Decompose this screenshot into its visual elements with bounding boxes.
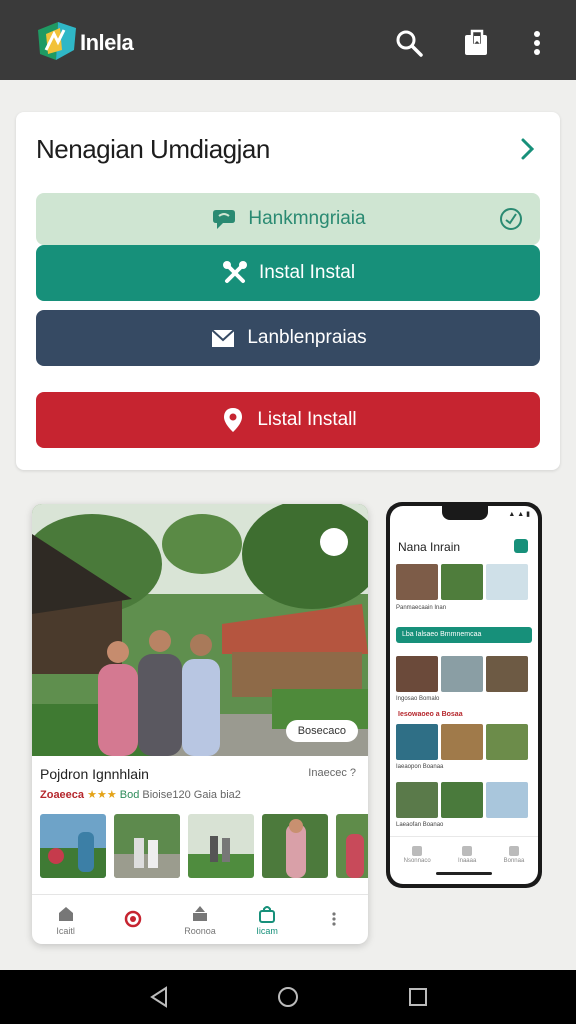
chevron-right-icon[interactable] <box>516 134 540 164</box>
place-meta: Inaecec ? <box>308 767 356 779</box>
tablet-nav-home[interactable]: Icaitl <box>36 904 96 936</box>
tablet-nav-bag[interactable]: Iicam <box>237 904 297 936</box>
tools-icon <box>222 261 247 283</box>
chat-bubble-icon <box>213 210 236 229</box>
phone-grid-row-4 <box>396 782 528 818</box>
phone-tile[interactable] <box>486 782 528 818</box>
hero-photo <box>32 504 368 756</box>
rating-prefix: Zoaeeca <box>40 789 85 801</box>
phone-tile[interactable] <box>486 656 528 692</box>
phone-tile[interactable] <box>441 782 483 818</box>
phone-caption: Panmaecaain Inan <box>396 605 447 611</box>
phone-app-title: Nana Inrain <box>398 540 461 554</box>
phone-nav-item[interactable]: Inaaaa <box>458 845 476 864</box>
install-alt-button[interactable]: Listal Install <box>36 392 540 448</box>
check-circle-icon <box>500 208 522 230</box>
home-button-icon[interactable] <box>276 985 300 1009</box>
envelope-icon <box>211 329 235 347</box>
hero-chip[interactable]: Bosecaco <box>285 720 358 742</box>
thumbnail[interactable] <box>262 814 328 878</box>
place-title: Pojdron Ignnhlain <box>40 766 149 782</box>
phone-tile[interactable] <box>396 782 438 818</box>
home-icon <box>58 906 73 921</box>
phone-caption: Ingosao Bomalo <box>396 696 440 702</box>
phone-nav-icon <box>412 845 423 856</box>
rating-stars: ★★★ <box>87 789 117 801</box>
phone-tile[interactable] <box>441 724 483 760</box>
recents-icon[interactable] <box>406 985 430 1009</box>
phone-tile[interactable] <box>486 564 528 600</box>
more-icon <box>332 911 336 926</box>
phone-nav-item[interactable]: Bonnaa <box>504 845 524 864</box>
location-pin-icon <box>224 408 243 432</box>
phone-screen: ▲ ▲ ▮ Nana Inrain Panmaecaain Inan Lba I… <box>390 506 538 884</box>
install-alt-button-label: Listal Install <box>257 409 357 430</box>
tablet-nav-upload[interactable]: Roonoa <box>170 904 230 936</box>
tablet-nav-gallery[interactable] <box>103 909 163 931</box>
phone-home-indicator <box>436 872 492 875</box>
option-button-1-label: Hankmngriaia <box>248 208 366 229</box>
phone-section-label: Iesowaoeo a Bosaa <box>398 711 463 718</box>
phone-tile[interactable] <box>396 724 438 760</box>
install-card: Nenagian Umdiagjan Hankmngriaia Instal I… <box>16 112 560 470</box>
thumbnail[interactable] <box>114 814 180 878</box>
phone-screenshot-preview[interactable]: ▲ ▲ ▮ Nana Inrain Panmaecaain Inan Lba I… <box>386 502 542 888</box>
phone-tile[interactable] <box>396 656 438 692</box>
more-vert-icon[interactable] <box>522 28 552 58</box>
rating-suffix: Gaia bia2 <box>193 789 241 801</box>
back-icon[interactable] <box>148 985 172 1009</box>
app-logo-icon <box>38 22 76 60</box>
phone-nav-icon <box>462 845 473 856</box>
option-button-3-label: Lanblenpraias <box>247 327 367 348</box>
gallery-icon <box>124 910 142 927</box>
phone-tile[interactable] <box>486 724 528 760</box>
phone-banner[interactable]: Lba Ialsaeo Bmmnemcaa <box>396 627 532 643</box>
install-button-label: Instal Instal <box>258 262 356 283</box>
phone-badge-icon <box>514 539 528 553</box>
phone-tile[interactable] <box>441 564 483 600</box>
option-button-1[interactable]: Hankmngriaia <box>36 193 540 245</box>
thumbnail-strip <box>40 814 368 878</box>
thumbnail[interactable] <box>188 814 254 878</box>
rating-middle: Bioise120 <box>142 789 191 801</box>
system-nav-bar <box>0 970 576 1024</box>
phone-tile[interactable] <box>396 564 438 600</box>
tablet-bottom-nav: Icaitl Roonoa Iicam <box>32 894 368 944</box>
app-brand: Inlela <box>80 30 134 55</box>
phone-grid-row-1 <box>396 564 528 600</box>
thumbnail[interactable] <box>336 814 368 878</box>
rating-green: Bod <box>119 789 140 801</box>
phone-caption: Laeaofan Boanao <box>396 822 444 828</box>
thumbnail[interactable] <box>40 814 106 878</box>
bookmark-icon[interactable] <box>461 28 491 58</box>
search-icon[interactable] <box>394 28 424 58</box>
phone-nav-item[interactable]: Nsonnaco <box>404 845 431 864</box>
tablet-screenshot-preview[interactable]: Bosecaco Pojdron Ignnhlain Inaecec ? Zoa… <box>32 504 368 944</box>
phone-status-bar: ▲ ▲ ▮ <box>508 511 530 518</box>
tablet-nav-more[interactable] <box>304 909 364 931</box>
option-button-3[interactable]: Lanblenpraias <box>36 310 540 366</box>
bag-icon <box>259 905 276 923</box>
upload-icon <box>192 905 207 921</box>
phone-tile[interactable] <box>441 656 483 692</box>
phone-caption: Iaeaopon Boanaa <box>396 764 444 770</box>
install-button[interactable]: Instal Instal <box>36 245 540 301</box>
card-title: Nenagian Umdiagjan <box>36 134 270 164</box>
phone-notch <box>442 506 488 520</box>
phone-grid-row-2 <box>396 656 528 692</box>
app-bar: Inlela <box>0 0 576 80</box>
rating-row: Zoaeeca ★★★ Bod Bioise120 Gaia bia2 <box>40 788 241 801</box>
phone-bottom-nav: Nsonnaco Inaaaa Bonnaa <box>390 836 538 872</box>
phone-nav-icon <box>508 845 519 856</box>
phone-grid-row-3 <box>396 724 528 760</box>
